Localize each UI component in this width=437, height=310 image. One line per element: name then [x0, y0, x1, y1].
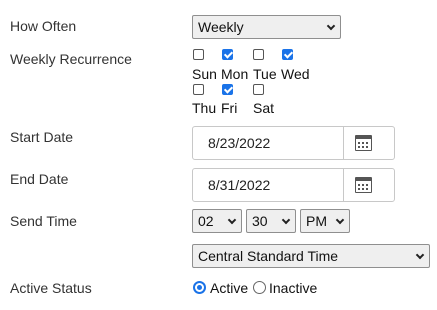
checkbox-tue[interactable] — [253, 49, 264, 60]
how-often-value: Weekly — [198, 19, 244, 35]
day-label-tue: Tue — [253, 66, 277, 82]
field-divider — [343, 127, 344, 159]
radio-inactive[interactable] — [253, 281, 266, 294]
end-date-label: End Date — [10, 171, 69, 187]
calendar-icon[interactable] — [355, 135, 372, 151]
day-label-fri: Fri — [221, 100, 238, 116]
how-often-label: How Often — [10, 18, 77, 34]
timezone-value: Central Standard Time — [198, 248, 339, 264]
chevron-down-icon — [227, 215, 237, 225]
timezone-select[interactable]: Central Standard Time — [192, 244, 430, 268]
checkbox-mon[interactable] — [222, 49, 233, 60]
day-label-thu: Thu — [192, 100, 217, 116]
hour-value: 02 — [198, 213, 214, 229]
radio-inactive-label[interactable]: Inactive — [269, 280, 317, 296]
day-label-sun: Sun — [192, 66, 217, 82]
chevron-down-icon — [335, 215, 345, 225]
start-date-label: Start Date — [10, 129, 74, 145]
ampm-select[interactable]: PM — [300, 209, 350, 233]
checkbox-fri[interactable] — [222, 84, 233, 95]
chevron-down-icon — [326, 21, 336, 31]
send-time-label: Send Time — [10, 213, 77, 229]
field-divider — [343, 169, 344, 201]
checkbox-thu[interactable] — [193, 84, 204, 95]
start-date-field[interactable]: 8/23/2022 — [192, 126, 395, 160]
radio-active-label[interactable]: Active — [210, 280, 248, 296]
day-label-wed: Wed — [281, 66, 310, 82]
checkbox-wed[interactable] — [282, 49, 293, 60]
day-label-mon: Mon — [221, 66, 249, 82]
radio-active[interactable] — [193, 281, 206, 294]
start-date-value: 8/23/2022 — [208, 135, 271, 151]
day-label-sat: Sat — [253, 100, 275, 116]
minute-value: 30 — [252, 213, 268, 229]
chevron-down-icon — [415, 250, 425, 260]
checkbox-sat[interactable] — [253, 84, 264, 95]
end-date-value: 8/31/2022 — [208, 177, 271, 193]
minute-select[interactable]: 30 — [246, 209, 296, 233]
end-date-field[interactable]: 8/31/2022 — [192, 168, 395, 202]
weekly-recurrence-label: Weekly Recurrence — [10, 51, 132, 67]
calendar-icon[interactable] — [355, 177, 372, 193]
checkbox-sun[interactable] — [193, 49, 204, 60]
ampm-value: PM — [306, 213, 327, 229]
active-status-label: Active Status — [10, 280, 92, 296]
hour-select[interactable]: 02 — [192, 209, 242, 233]
how-often-select[interactable]: Weekly — [192, 15, 341, 39]
chevron-down-icon — [281, 215, 291, 225]
